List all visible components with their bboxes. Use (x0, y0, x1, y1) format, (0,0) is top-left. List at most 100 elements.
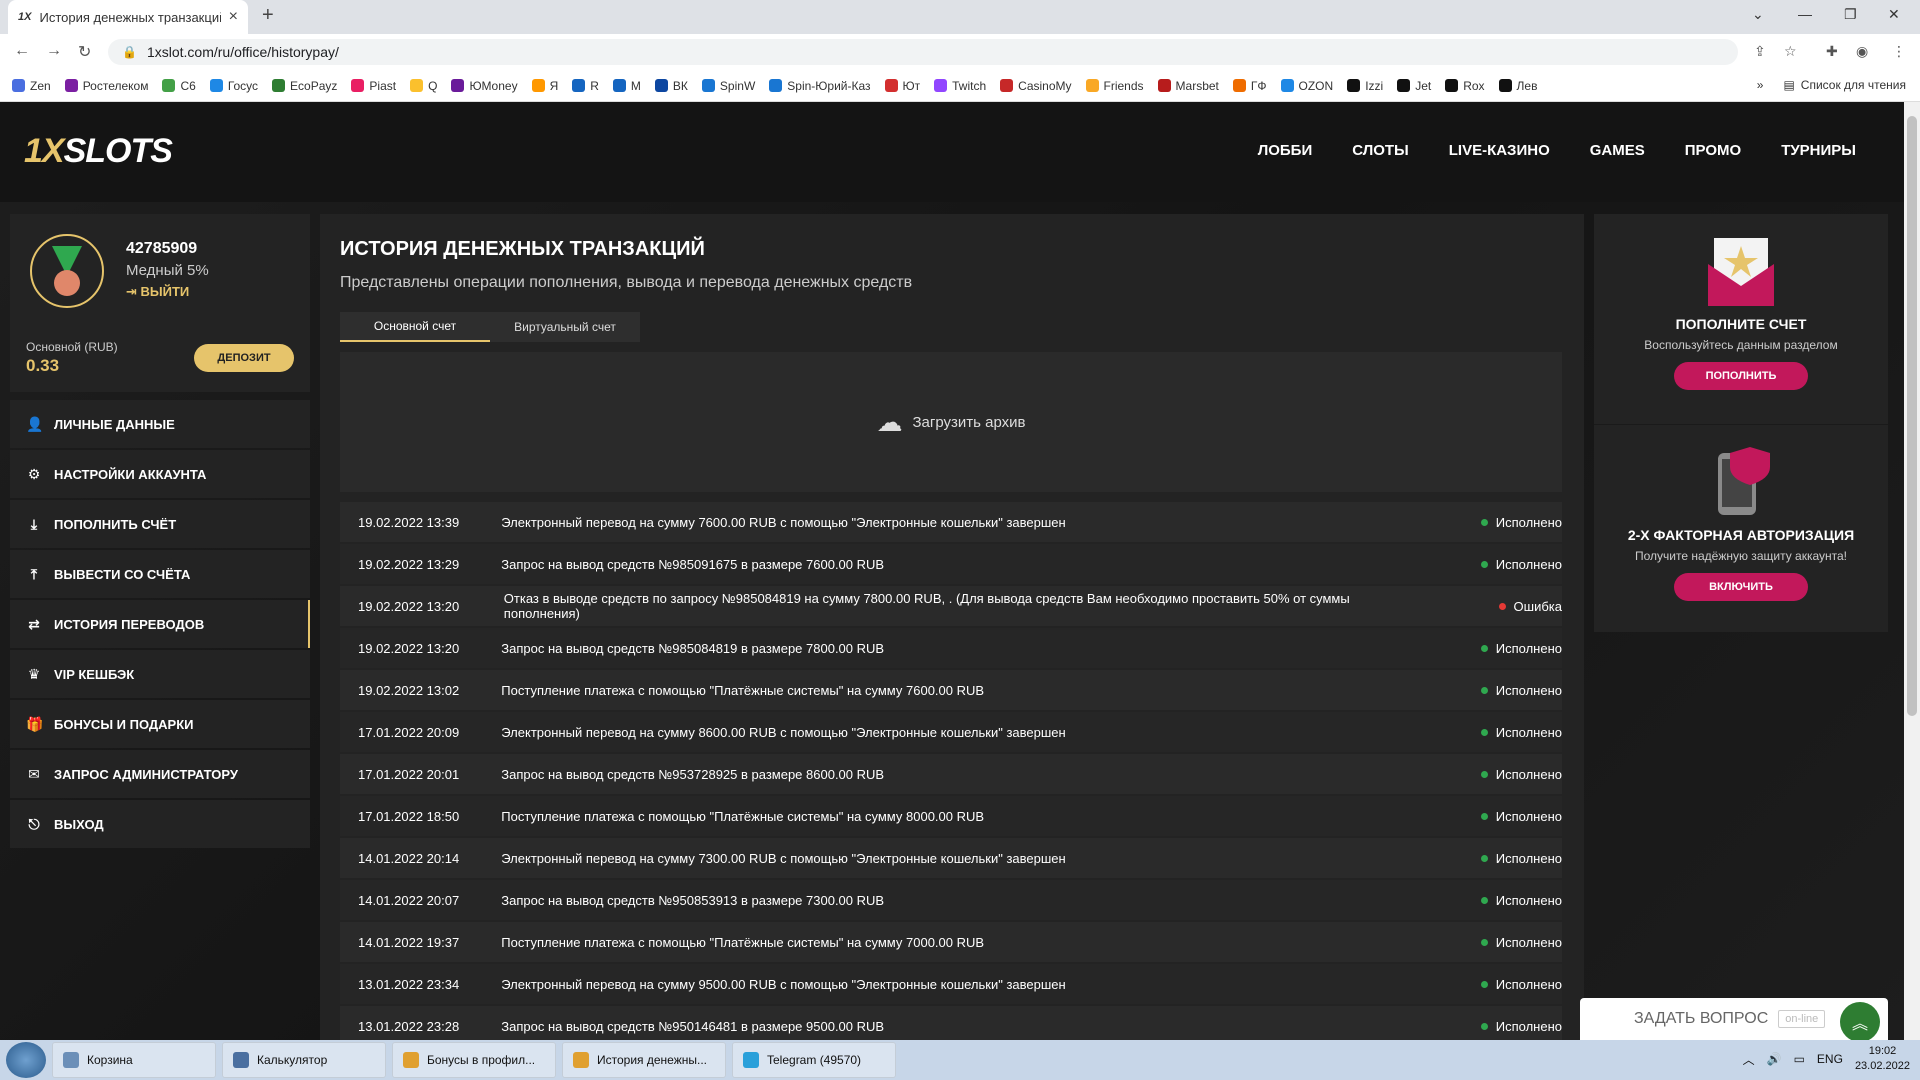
scrollbar-thumb[interactable] (1907, 116, 1917, 716)
nav-item[interactable]: ЛОББИ (1258, 142, 1313, 159)
topup-button[interactable]: ПОПОЛНИТЬ (1674, 362, 1808, 390)
bookmark-item[interactable]: Piast (351, 79, 396, 93)
table-row: 19.02.2022 13:29 Запрос на вывод средств … (340, 544, 1562, 584)
bookmark-item[interactable]: Spin-Юрий-Каз (769, 79, 871, 93)
forward-icon[interactable]: → (46, 42, 62, 60)
bookmark-item[interactable]: Rox (1445, 79, 1485, 93)
bookmark-item[interactable]: SpinW (701, 79, 755, 93)
sidebar-item[interactable]: ⚙ НАСТРОЙКИ АККАУНТА (10, 450, 310, 498)
deposit-button[interactable]: ДЕПОЗИТ (194, 344, 294, 372)
taskbar-item[interactable]: Бонусы в профил... (392, 1042, 556, 1078)
bookmark-item[interactable]: M (612, 79, 641, 93)
bookmark-item[interactable]: ГФ (1232, 79, 1267, 93)
bookmark-favicon-icon (351, 79, 365, 92)
sidebar-item[interactable]: ♛ VIP КЕШБЭК (10, 650, 310, 698)
page-subtitle: Представлены операции пополнения, вывода… (340, 274, 913, 291)
taskbar-item[interactable]: Telegram (49570) (732, 1042, 896, 1078)
close-tab-icon[interactable]: × (229, 8, 238, 26)
volume-icon[interactable]: 🔊 (1767, 1052, 1782, 1066)
page-title: ИСТОРИЯ ДЕНЕЖНЫХ ТРАНЗАКЦИЙ (340, 238, 705, 260)
tab-search-icon[interactable]: ⌄ (1752, 6, 1764, 23)
clock[interactable]: 19:02 23.02.2022 (1855, 1044, 1910, 1074)
sidebar-menu: 👤 ЛИЧНЫЕ ДАННЫЕ ⚙ НАСТРОЙКИ АККАУНТА ⤓ ПОПОЛН… (10, 400, 310, 850)
bookmark-item[interactable]: Twitch (934, 79, 986, 93)
row-description: Поступление платежа с помощью "Платёжные… (501, 808, 985, 824)
back-icon[interactable]: ← (14, 42, 30, 60)
twofa-text: Получите надёжную защиту аккаунта! (1634, 549, 1847, 563)
bookmark-star-icon[interactable]: ☆ (1784, 43, 1797, 60)
nav-item[interactable]: LIVE-КАЗИНО (1449, 142, 1550, 159)
tab-virtual-account[interactable]: Виртуальный счет (490, 312, 640, 342)
nav-item[interactable]: ТУРНИРЫ (1781, 142, 1856, 159)
bookmark-item[interactable]: R (572, 79, 599, 93)
language-indicator[interactable]: ENG (1817, 1052, 1843, 1066)
nav-item[interactable]: СЛОТЫ (1352, 142, 1409, 159)
bookmark-item[interactable]: Госус (209, 79, 258, 93)
reload-icon[interactable]: ↻ (78, 42, 91, 62)
restore-icon[interactable]: ❐ (1844, 6, 1857, 23)
chevron-up-icon[interactable]: ︽ (1840, 1002, 1880, 1040)
bookmark-item[interactable]: С6 (162, 79, 196, 93)
close-window-icon[interactable]: ✕ (1888, 6, 1900, 23)
row-status: Исполнено (1365, 809, 1562, 824)
row-description: Запрос на вывод средств №953728925 в раз… (501, 766, 885, 782)
bookmark-item[interactable]: Zen (12, 79, 51, 93)
share-icon[interactable]: ⇪ (1754, 43, 1766, 60)
browser-menu-icon[interactable]: ⋮ (1892, 43, 1906, 60)
upload-archive-button[interactable]: ☁ Загрузить архив (340, 352, 1562, 492)
bookmark-item[interactable]: Q (410, 79, 437, 93)
row-description: Электронный перевод на сумму 7300.00 RUB… (501, 850, 1066, 866)
logout-label: ВЫЙТИ (140, 284, 190, 299)
page-scrollbar[interactable] (1904, 102, 1920, 1040)
sidebar-item[interactable]: ✉ ЗАПРОС АДМИНИСТРАТОРУ (10, 750, 310, 798)
bookmark-item[interactable]: Izzi (1347, 79, 1383, 93)
sidebar-item-label: VIP КЕШБЭК (54, 666, 135, 682)
browser-tab-active[interactable]: 1X История денежных транзакций × (8, 0, 248, 34)
profile-avatar-icon[interactable]: ◉ (1856, 43, 1868, 60)
sidebar-item[interactable]: ⤓ ПОПОЛНИТЬ СЧЁТ (10, 500, 310, 548)
minimize-icon[interactable]: — (1798, 6, 1812, 22)
sidebar-item[interactable]: ⇄ ИСТОРИЯ ПЕРЕВОДОВ (10, 600, 310, 648)
nav-item[interactable]: GAMES (1590, 142, 1645, 159)
bookmark-item[interactable]: OZON (1280, 79, 1333, 93)
sidebar-item[interactable]: 👤 ЛИЧНЫЕ ДАННЫЕ (10, 400, 310, 448)
ask-question-widget[interactable]: ЗАДАТЬ ВОПРОС on-line ︽ (1580, 998, 1888, 1040)
bookmark-item[interactable]: Ют (884, 79, 920, 93)
bookmark-item[interactable]: EcoPayz (272, 79, 337, 93)
bookmark-label: Zen (30, 78, 51, 93)
sidebar-item[interactable]: ⤒ ВЫВЕСТИ СО СЧЁТА (10, 550, 310, 598)
network-icon[interactable]: ▭ (1794, 1052, 1805, 1066)
bookmark-item[interactable]: Лев (1498, 79, 1537, 93)
taskbar-item[interactable]: История денежны... (562, 1042, 726, 1078)
bookmarks-more-icon[interactable]: » (1757, 78, 1764, 92)
reading-list[interactable]: Список для чтения (1801, 78, 1906, 92)
bookmark-favicon-icon (572, 79, 586, 92)
tab-main-account[interactable]: Основной счет (340, 312, 490, 342)
site-logo[interactable]: 1XSLOTS (24, 132, 173, 171)
new-tab-icon[interactable]: + (262, 4, 274, 27)
bookmark-item[interactable]: CasinoMy (1000, 79, 1072, 93)
mail-icon: ✉ (28, 765, 40, 782)
extensions-icon[interactable]: ✚ (1826, 43, 1838, 60)
url-field[interactable]: 🔒 1xslot.com/ru/office/historypay/ (108, 39, 1738, 65)
start-button[interactable] (6, 1042, 46, 1078)
twofa-promo: 2-Х ФАКТОРНАЯ АВТОРИЗАЦИЯ Получите надёж… (1594, 424, 1888, 632)
sidebar-item[interactable]: 🎁 БОНУСЫ И ПОДАРКИ (10, 700, 310, 748)
bookmark-item[interactable]: Jet (1397, 79, 1431, 93)
topup-promo: ПОПОЛНИТЕ СЧЕТ Воспользуйтесь данным раз… (1594, 214, 1888, 424)
bookmark-item[interactable]: Friends (1085, 79, 1144, 93)
bookmark-item[interactable]: Marsbet (1157, 79, 1219, 93)
nav-item[interactable]: ПРОМО (1685, 142, 1741, 159)
bookmark-item[interactable]: Ростелеком (64, 79, 148, 93)
bookmark-item[interactable]: ВК (654, 79, 688, 93)
taskbar-item[interactable]: Корзина (52, 1042, 216, 1078)
bookmark-item[interactable]: Я (531, 79, 558, 93)
row-date: 17.01.2022 18:50 (358, 808, 460, 824)
taskbar-item[interactable]: Калькулятор (222, 1042, 386, 1078)
bookmark-favicon-icon (1397, 79, 1411, 92)
tray-arrow-icon[interactable]: ︿ (1743, 1051, 1755, 1068)
sidebar-item[interactable]: ⎋ ВЫХОД (10, 800, 310, 848)
bookmark-item[interactable]: ЮMoney (451, 79, 518, 93)
twofa-button[interactable]: ВКЛЮЧИТЬ (1674, 573, 1808, 601)
logout-link[interactable]: ⇥ ВЫЙТИ (126, 284, 189, 300)
